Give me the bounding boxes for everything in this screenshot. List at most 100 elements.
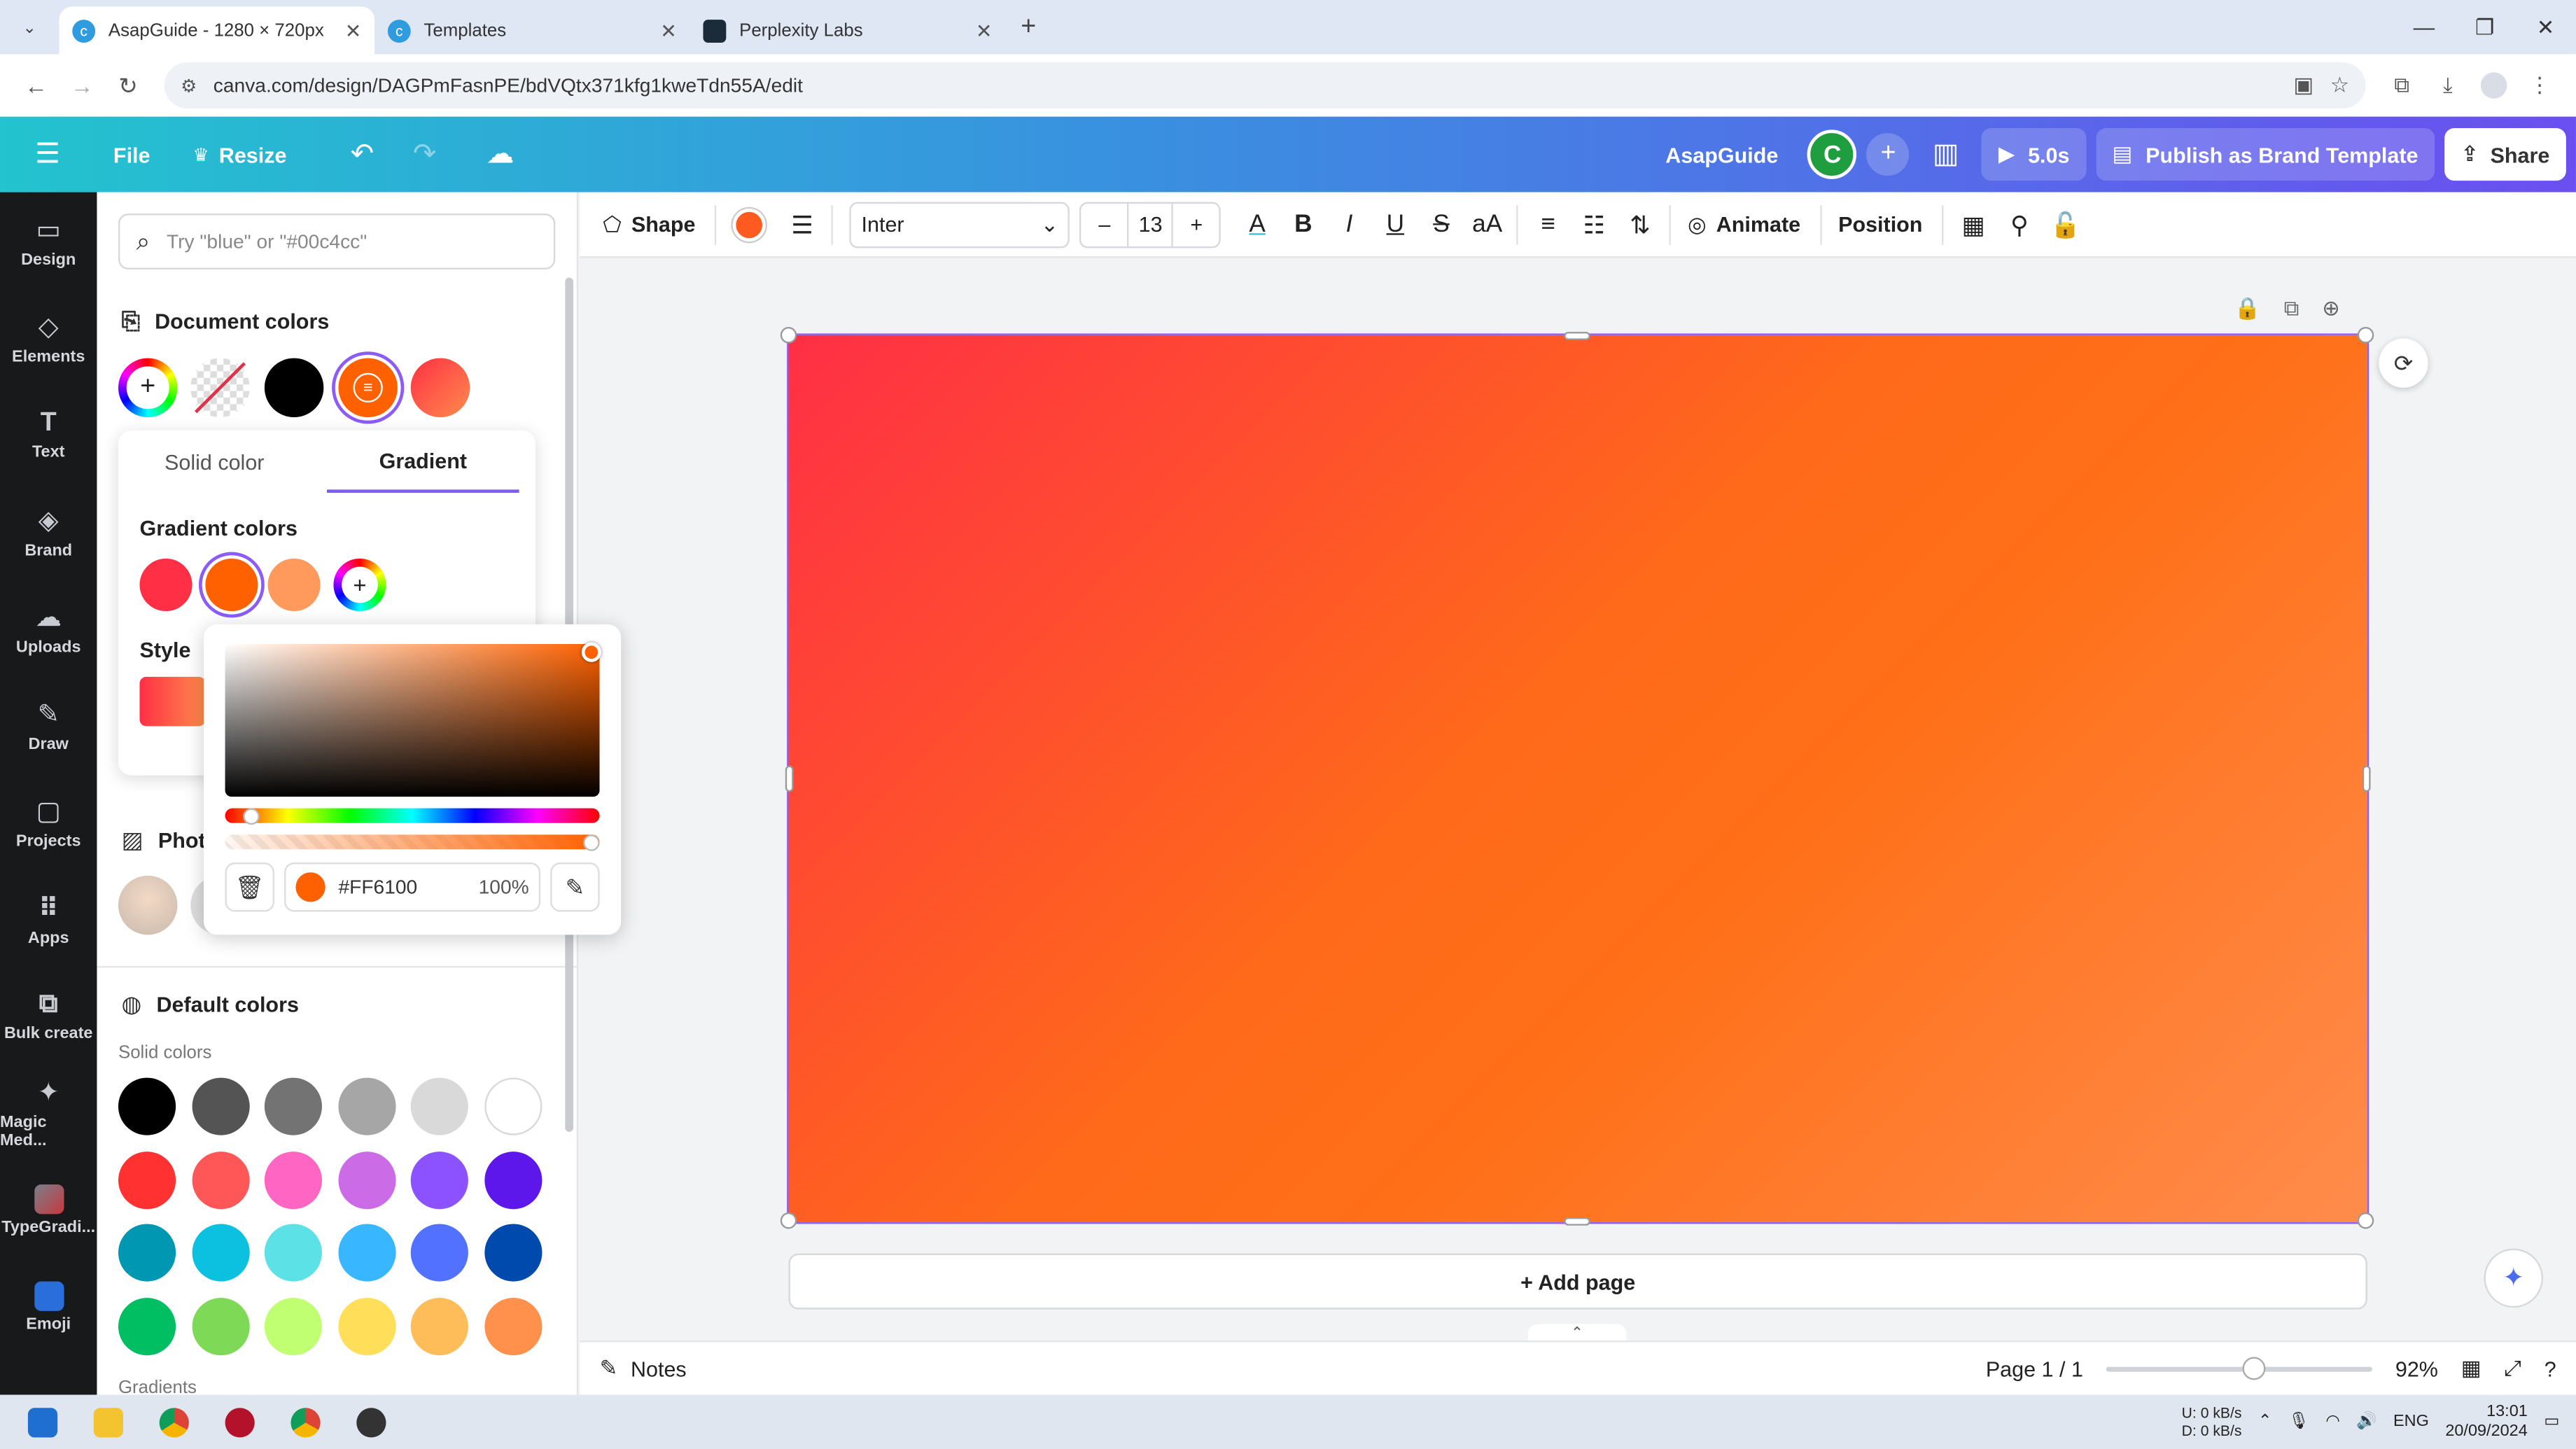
solid-color-swatch[interactable]	[337, 1151, 396, 1209]
bookmark-star-icon[interactable]: ☆	[2330, 72, 2349, 99]
zoom-slider[interactable]	[2106, 1356, 2372, 1380]
add-gradient-stop[interactable]: +	[333, 558, 386, 612]
copy-style-icon[interactable]: ⚲	[1996, 201, 2043, 247]
cast-icon[interactable]: ▣	[2293, 72, 2314, 99]
style-linear-option[interactable]	[139, 676, 206, 727]
sv-handle[interactable]	[581, 642, 601, 662]
solid-color-swatch[interactable]	[411, 1224, 469, 1282]
solid-color-swatch[interactable]	[191, 1297, 249, 1355]
opacity-handle[interactable]	[583, 834, 600, 851]
color-search-input[interactable]: ⌕ Try "blue" or "#00c4cc"	[118, 214, 556, 270]
solid-color-swatch[interactable]	[484, 1297, 542, 1355]
eyedropper-icon[interactable]: ✎	[550, 862, 600, 912]
rail-item-magic-media[interactable]: ✦ Magic Med...	[0, 1065, 97, 1161]
rail-item-design[interactable]: ▭ Design	[0, 192, 97, 289]
page-indicator[interactable]: Page 1 / 1	[1986, 1356, 2083, 1380]
main-menu-icon[interactable]: ☰	[22, 128, 74, 181]
opacity-slider[interactable]	[225, 834, 600, 851]
new-tab-button[interactable]: +	[1005, 5, 1051, 51]
zoom-value[interactable]: 92%	[2395, 1356, 2438, 1380]
photo-thumbnail[interactable]	[118, 875, 178, 935]
resize-handle-e[interactable]	[2362, 765, 2371, 792]
recorder-icon[interactable]	[207, 1395, 273, 1449]
rail-item-bulk-create[interactable]: ⧉ Bulk create	[0, 967, 97, 1064]
list-icon[interactable]: ☷	[1571, 201, 1617, 247]
zoom-handle[interactable]	[2242, 1356, 2266, 1380]
design-canvas-shape[interactable]	[787, 333, 2370, 1224]
add-page-icon[interactable]: ⊕	[2322, 295, 2340, 322]
profile-avatar[interactable]	[2471, 62, 2517, 108]
file-explorer-icon[interactable]	[76, 1395, 141, 1449]
file-menu-button[interactable]: File	[97, 128, 167, 181]
browser-menu-icon[interactable]: ⋮	[2516, 62, 2563, 108]
lock-page-icon[interactable]: 🔒	[2234, 295, 2261, 322]
font-size-value[interactable]: 13	[1127, 202, 1174, 246]
rail-item-typegradient[interactable]: TypeGradi...	[0, 1161, 97, 1258]
system-tool-icon[interactable]	[338, 1395, 404, 1449]
solid-color-swatch[interactable]	[191, 1077, 249, 1135]
align-center-icon[interactable]: ≡	[1525, 201, 1572, 247]
undo-icon[interactable]: ↶	[336, 128, 388, 181]
position-button[interactable]: Position	[1828, 200, 1933, 248]
resize-handle-w[interactable]	[785, 765, 794, 792]
close-window-icon[interactable]: ✕	[2515, 0, 2576, 54]
italic-icon[interactable]: I	[1326, 201, 1373, 247]
duplicate-page-icon[interactable]: ⧉	[2284, 295, 2300, 322]
rail-item-apps[interactable]: ⠿ Apps	[0, 871, 97, 967]
hue-handle[interactable]	[243, 808, 260, 825]
solid-color-swatch[interactable]	[337, 1077, 396, 1135]
volume-icon[interactable]: 🔊	[2356, 1413, 2376, 1431]
decrease-size-icon[interactable]: –	[1082, 212, 1128, 237]
share-button[interactable]: ⇪ Share	[2444, 128, 2566, 181]
rail-item-text[interactable]: T Text	[0, 386, 97, 483]
solid-color-swatch[interactable]	[191, 1151, 249, 1209]
solid-color-swatch[interactable]	[484, 1151, 542, 1209]
solid-color-swatch[interactable]	[265, 1077, 323, 1135]
shape-button[interactable]: ⬠ Shape	[593, 200, 705, 248]
project-name[interactable]: AsapGuide	[1665, 142, 1778, 167]
download-icon[interactable]: ⤓	[2425, 62, 2471, 108]
transparent-swatch[interactable]	[190, 358, 250, 418]
font-family-select[interactable]: Inter ⌄	[850, 201, 1070, 248]
site-info-icon[interactable]: ⚙	[181, 75, 197, 96]
increase-size-icon[interactable]: +	[1173, 212, 1219, 237]
wifi-icon[interactable]: ◠	[2325, 1413, 2339, 1431]
back-icon[interactable]: ←	[13, 62, 59, 108]
chrome-icon[interactable]	[141, 1395, 207, 1449]
resize-handle-s[interactable]	[1564, 1217, 1590, 1226]
fill-color-button[interactable]	[723, 200, 776, 248]
doc-color-swatch[interactable]	[264, 358, 324, 418]
forward-icon[interactable]: →	[59, 62, 105, 108]
solid-color-swatch[interactable]	[337, 1224, 396, 1282]
lock-icon[interactable]: 🔓	[2043, 201, 2089, 247]
underline-icon[interactable]: U	[1372, 201, 1418, 247]
start-windows-icon[interactable]	[10, 1395, 76, 1449]
close-tab-icon[interactable]: ✕	[976, 19, 993, 42]
browser-tab-asapguide[interactable]: c AsapGuide - 1280 × 720px ✕	[59, 6, 375, 55]
bold-icon[interactable]: B	[1280, 201, 1326, 247]
solid-color-swatch[interactable]	[337, 1297, 396, 1355]
present-button[interactable]: ▶ 5.0s	[1982, 128, 2086, 181]
doc-gradient-swatch[interactable]: ≡	[338, 358, 398, 418]
resize-handle-ne[interactable]	[2357, 327, 2374, 344]
hex-input[interactable]: #FF6100 100%	[284, 862, 541, 912]
solid-color-swatch[interactable]	[484, 1224, 542, 1282]
tab-search-icon[interactable]: ⌄	[6, 5, 52, 51]
text-color-icon[interactable]: A	[1234, 201, 1280, 247]
add-collaborator-icon[interactable]: +	[1867, 133, 1910, 176]
rail-item-uploads[interactable]: ☁ Uploads	[0, 580, 97, 676]
solid-color-swatch[interactable]	[265, 1151, 323, 1209]
solid-color-swatch[interactable]	[118, 1297, 176, 1355]
browser-tab-perplexity[interactable]: Perplexity Labs ✕	[690, 6, 1006, 54]
reload-icon[interactable]: ↻	[105, 62, 151, 108]
solid-color-swatch[interactable]	[118, 1151, 176, 1209]
microphone-icon[interactable]: 🎙	[2288, 1413, 2309, 1431]
resize-button[interactable]: ♛ Resize	[176, 128, 303, 181]
resize-handle-n[interactable]	[1564, 332, 1590, 340]
animate-button[interactable]: ◎ Animate	[1678, 200, 1810, 248]
publish-brand-template-button[interactable]: ▤ Publish as Brand Template	[2096, 128, 2435, 181]
fullscreen-icon[interactable]: ⤢	[2505, 1355, 2521, 1382]
saturation-value-field[interactable]	[225, 642, 601, 797]
resize-handle-nw[interactable]	[780, 327, 797, 344]
redo-icon[interactable]: ↷	[398, 128, 451, 181]
